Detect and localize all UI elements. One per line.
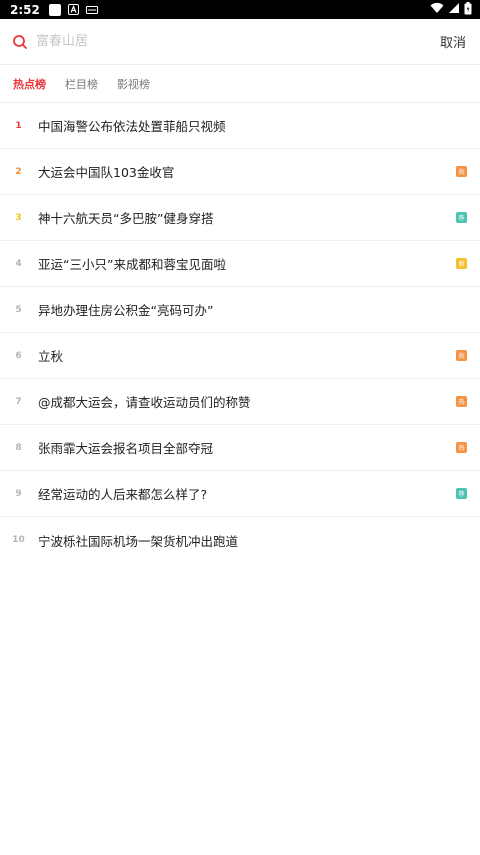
tab-film-tv[interactable]: 影视榜: [117, 76, 150, 92]
list-item-title: 神十六航天员“多巴胺”健身穿搭: [38, 211, 214, 226]
rank-number: 7: [15, 396, 22, 407]
rank-number: 2: [15, 166, 22, 177]
sim-mini-icon: [85, 5, 98, 14]
list-item-title: 亚运“三小只”来成都和蓉宝见面啦: [38, 257, 226, 272]
rank-number: 5: [15, 304, 22, 315]
list-item-title: 大运会中国队103金收官: [38, 165, 175, 180]
list-item-title: 中国海警公布依法处置菲船只视频: [38, 119, 226, 134]
rank-number: 10: [12, 535, 25, 545]
list-item-title: @成都大运会，请查收运动员们的称赞: [38, 395, 251, 410]
list-item-title: 异地办理住房公积金“亮码可办”: [38, 303, 214, 318]
tab-hot[interactable]: 热点榜: [13, 76, 46, 92]
list-item[interactable]: 8 张雨霏大运会报名项目全部夺冠 热: [0, 425, 480, 471]
rank-number: 8: [15, 442, 22, 453]
rank-number: 9: [15, 488, 22, 499]
cancel-button[interactable]: 取消: [438, 28, 468, 55]
list-item[interactable]: 3 神十六航天员“多巴胺”健身穿搭 荐: [0, 195, 480, 241]
list-item[interactable]: 4 亚运“三小只”来成都和蓉宝见面啦 新: [0, 241, 480, 287]
tab-column[interactable]: 栏目榜: [65, 76, 98, 92]
rank-number: 4: [15, 258, 22, 269]
list-item-title: 立秋: [38, 349, 64, 364]
list-item[interactable]: 7 @成都大运会，请查收运动员们的称赞 热: [0, 379, 480, 425]
status-time: 2:52: [10, 2, 40, 17]
list-item[interactable]: 2 大运会中国队103金收官 热: [0, 149, 480, 195]
search-input[interactable]: [36, 26, 438, 57]
list-item[interactable]: 6 立秋 热: [0, 333, 480, 379]
hot-badge: 热: [456, 350, 467, 361]
rank-number: 3: [15, 212, 22, 223]
list-item[interactable]: 5 异地办理住房公积金“亮码可办”: [0, 287, 480, 333]
search-bar: 取消: [0, 19, 480, 65]
hot-badge: 热: [456, 166, 467, 177]
hot-list: 1 中国海警公布依法处置菲船只视频 2 大运会中国队103金收官 热 3 神十六…: [0, 103, 480, 563]
app-notification-icon: [48, 3, 61, 16]
list-item[interactable]: 1 中国海警公布依法处置菲船只视频: [0, 103, 480, 149]
signal-icon: [448, 2, 460, 17]
rank-number: 6: [15, 350, 22, 361]
recommend-badge: 荐: [456, 212, 467, 223]
wifi-icon: [430, 2, 444, 17]
list-item[interactable]: 10 宁波栎社国际机场一架货机冲出跑道: [0, 517, 480, 563]
search-icon: [12, 33, 30, 51]
battery-icon: [464, 1, 472, 18]
list-item-title: 张雨霏大运会报名项目全部夺冠: [38, 441, 214, 456]
hot-badge: 热: [456, 396, 467, 407]
ranking-tabs: 热点榜 栏目榜 影视榜: [0, 65, 480, 103]
hot-badge: 热: [456, 442, 467, 453]
text-a-icon: [67, 4, 79, 15]
list-item-title: 宁波栎社国际机场一架货机冲出跑道: [38, 533, 239, 549]
status-bar: 2:52: [0, 0, 480, 19]
rank-number: 1: [15, 120, 22, 131]
new-badge: 新: [456, 258, 467, 269]
list-item[interactable]: 9 经常运动的人后来都怎么样了? 荐: [0, 471, 480, 517]
recommend-badge: 荐: [456, 488, 467, 499]
list-item-title: 经常运动的人后来都怎么样了?: [38, 487, 208, 502]
